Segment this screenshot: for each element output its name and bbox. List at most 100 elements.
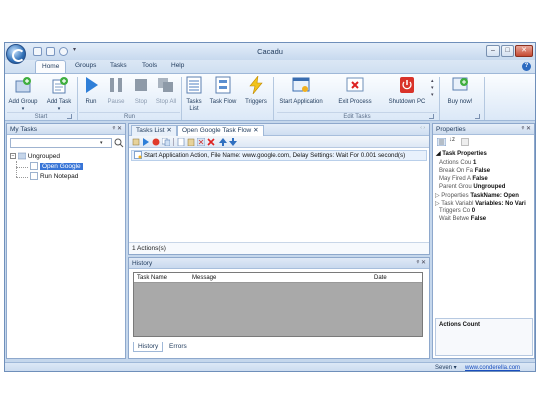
tree-item-label: Open Google — [40, 163, 83, 170]
stop-icon[interactable] — [152, 138, 160, 146]
tab-tasks[interactable]: Tasks — [104, 60, 133, 73]
tab-tools[interactable]: Tools — [136, 60, 163, 73]
cut-icon[interactable] — [197, 138, 205, 146]
paste-icon[interactable] — [187, 138, 195, 146]
tab-groups[interactable]: Groups — [69, 60, 102, 73]
pause-button[interactable]: Pause — [104, 76, 128, 106]
buy-now-button[interactable]: Buy now! — [445, 76, 475, 106]
list-icon — [186, 76, 202, 94]
move-down-icon[interactable] — [229, 138, 237, 146]
shutdown-pc-button[interactable]: Shutdown PC — [385, 76, 429, 106]
play-icon[interactable] — [142, 138, 150, 146]
dialog-launcher-icon[interactable] — [67, 114, 72, 119]
property-row[interactable]: Actions Cou 1 — [439, 160, 476, 166]
maximize-button[interactable]: □ — [501, 45, 514, 57]
gallery-scroll-icon[interactable]: ▴ ▾ ▾ — [431, 78, 434, 99]
property-row[interactable]: ▷ Properties TaskName: Open — [435, 192, 519, 199]
tab-errors[interactable]: Errors — [165, 342, 191, 351]
categorized-icon[interactable] — [437, 138, 446, 146]
property-value: 0 — [471, 208, 476, 214]
application-menu-button[interactable] — [6, 44, 26, 64]
task-flow-button[interactable]: Task Flow — [208, 76, 238, 106]
search-icon[interactable] — [114, 138, 124, 148]
minimize-button[interactable]: – — [486, 45, 500, 57]
delete-icon[interactable] — [207, 138, 215, 146]
add-group-label: Add Group — [8, 99, 38, 105]
task-search-input[interactable] — [10, 138, 112, 148]
move-up-icon[interactable] — [219, 138, 227, 146]
panel-pin-close-icon[interactable]: ᵠ ✕ — [417, 258, 426, 269]
play-icon — [86, 77, 98, 93]
tasks-list-label: Tasks List — [186, 99, 202, 112]
group-label-edit-tasks: Edit Tasks — [277, 112, 437, 121]
edit-icon[interactable] — [132, 138, 140, 146]
close-button[interactable]: ✕ — [515, 45, 533, 57]
panel-pin-close-icon[interactable]: ᵠ ✕ — [522, 124, 531, 135]
tab-history[interactable]: History — [133, 342, 164, 352]
dialog-launcher-icon[interactable] — [429, 114, 434, 119]
property-name: Actions Cou — [439, 160, 472, 166]
close-tab-icon[interactable]: ✕ — [253, 127, 258, 134]
property-value: 1 — [473, 160, 477, 166]
history-panel: History ᵠ ✕ Task Name Message Date Histo… — [128, 257, 430, 359]
tab-label: Tasks List — [136, 127, 165, 134]
shutdown-pc-label: Shutdown PC — [388, 99, 426, 105]
exit-process-button[interactable]: Exit Process — [333, 76, 377, 106]
add-group-icon — [15, 77, 31, 93]
website-link[interactable]: www.conderella.com — [465, 363, 520, 371]
add-task-button[interactable]: Add Task ▾ — [44, 76, 74, 113]
tree-line — [16, 177, 28, 178]
collapse-icon[interactable]: − — [10, 153, 16, 160]
triggers-button[interactable]: Triggers — [242, 74, 270, 106]
property-name: Break On Fa — [439, 168, 474, 174]
start-application-button[interactable]: Start Application — [277, 76, 325, 106]
column-header-date[interactable]: Date — [374, 273, 387, 283]
tab-scroll-icon[interactable]: ‹ › — [420, 125, 425, 131]
tab-open-google-task-flow[interactable]: Open Google Task Flow ✕ — [177, 125, 264, 136]
tree-group-row[interactable]: − Ungrouped — [10, 152, 122, 162]
properties-header: Properties ᵠ ✕ — [433, 124, 534, 135]
tab-tasks-list[interactable]: Tasks List ✕ — [131, 125, 177, 136]
copy-icon[interactable] — [162, 138, 170, 146]
stop-button[interactable]: Stop — [130, 76, 152, 106]
property-row[interactable]: May Fired A False — [439, 176, 488, 182]
stop-all-button[interactable]: Stop All — [154, 76, 178, 106]
document-icon[interactable] — [177, 138, 185, 146]
flow-toolbar — [129, 136, 429, 148]
task-flow-label: Task Flow — [209, 99, 237, 105]
theme-selector[interactable]: Seven ▾ — [435, 363, 457, 371]
property-name: Triggers Co — [439, 208, 471, 214]
run-button[interactable]: Run — [80, 76, 102, 106]
start-application-label: Start Application — [279, 99, 323, 105]
start-application-icon — [134, 151, 142, 160]
alphabetical-icon[interactable]: ↓z — [449, 137, 455, 143]
property-value: TaskName: Open — [470, 193, 519, 199]
property-row[interactable]: Triggers Co 0 — [439, 208, 475, 214]
property-pages-icon[interactable] — [461, 138, 469, 146]
panel-pin-close-icon[interactable]: ᵠ ✕ — [113, 124, 122, 135]
tree-item-label: Run Notepad — [40, 173, 79, 180]
property-value: False — [470, 216, 487, 222]
tab-help[interactable]: Help — [165, 60, 190, 73]
help-icon[interactable]: ? — [522, 62, 531, 71]
triggers-label: Triggers — [245, 99, 267, 105]
property-name: Parent Grou — [439, 184, 472, 190]
column-header-task-name[interactable]: Task Name — [137, 273, 167, 283]
exit-process-label: Exit Process — [338, 99, 372, 105]
property-row[interactable]: Parent Grou Ungrouped — [439, 184, 505, 190]
history-tabs: History Errors — [133, 342, 191, 352]
property-section-task-properties[interactable]: ◢ Task Properties — [436, 150, 532, 157]
add-task-label: Add Task — [46, 99, 72, 105]
property-row[interactable]: ▷ Task Variabl Variables: No Vari — [435, 200, 526, 207]
add-group-button[interactable]: Add Group ▾ — [8, 76, 38, 113]
property-value: False — [474, 168, 491, 174]
tab-home[interactable]: Home — [35, 60, 67, 73]
action-item[interactable]: Start Application Action, File Name: www… — [131, 150, 427, 161]
column-header-message[interactable]: Message — [192, 273, 216, 283]
property-row[interactable]: Break On Fa False — [439, 168, 490, 174]
search-dropdown-icon[interactable]: ▾ — [100, 138, 103, 148]
property-row[interactable]: Wait Betwe False — [439, 216, 486, 222]
close-tab-icon[interactable]: ✕ — [166, 127, 171, 134]
dialog-launcher-icon[interactable] — [475, 114, 480, 119]
tasks-list-button[interactable]: Tasks List — [183, 76, 205, 113]
